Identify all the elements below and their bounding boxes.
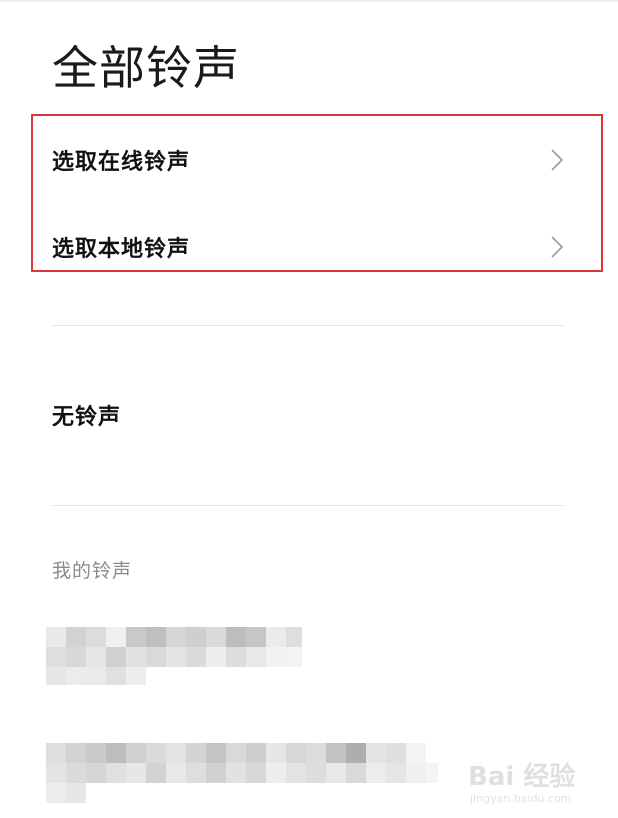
ringtone-item-redacted[interactable] bbox=[46, 627, 302, 687]
my-ringtones-section-label: 我的铃声 bbox=[52, 560, 133, 582]
chevron-right-icon bbox=[550, 234, 566, 260]
section-divider bbox=[52, 325, 564, 326]
select-local-ringtone-label: 选取本地铃声 bbox=[52, 237, 191, 262]
select-local-ringtone-row[interactable]: 选取本地铃声 bbox=[52, 222, 566, 272]
no-ringtone-row[interactable]: 无铃声 bbox=[52, 390, 566, 440]
watermark-url: jingyan.baidu.com bbox=[470, 792, 572, 805]
section-divider bbox=[52, 505, 564, 506]
select-online-ringtone-label: 选取在线铃声 bbox=[52, 150, 191, 175]
select-online-ringtone-row[interactable]: 选取在线铃声 bbox=[52, 135, 566, 185]
watermark-logo: Bai 经验 bbox=[468, 762, 576, 792]
page-title: 全部铃声 bbox=[52, 41, 240, 95]
chevron-right-icon bbox=[550, 147, 566, 173]
ringtone-item-redacted[interactable] bbox=[46, 743, 438, 805]
baidu-jingyan-watermark: Bai 经验 jingyan.baidu.com bbox=[468, 756, 608, 806]
top-divider bbox=[0, 0, 618, 2]
no-ringtone-label: 无铃声 bbox=[52, 405, 122, 430]
